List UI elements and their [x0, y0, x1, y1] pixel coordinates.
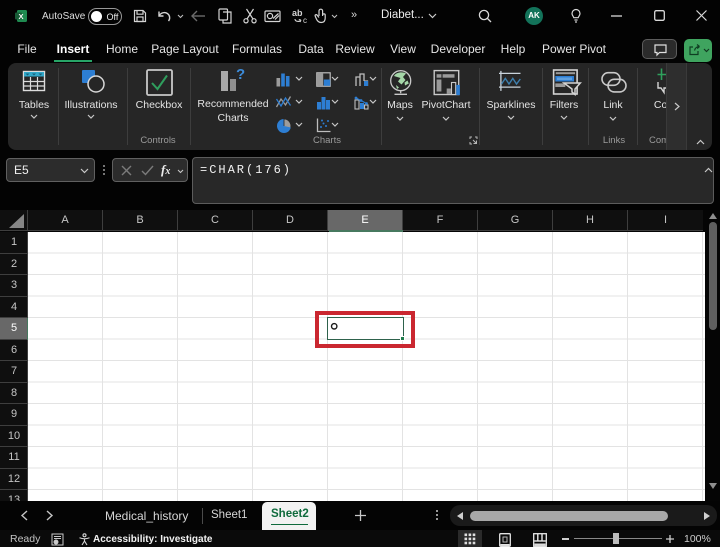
- svg-text:?: ?: [236, 66, 245, 83]
- svg-text:ab: ab: [292, 8, 303, 18]
- svg-text:X: X: [19, 12, 24, 21]
- svg-text:c: c: [303, 16, 307, 25]
